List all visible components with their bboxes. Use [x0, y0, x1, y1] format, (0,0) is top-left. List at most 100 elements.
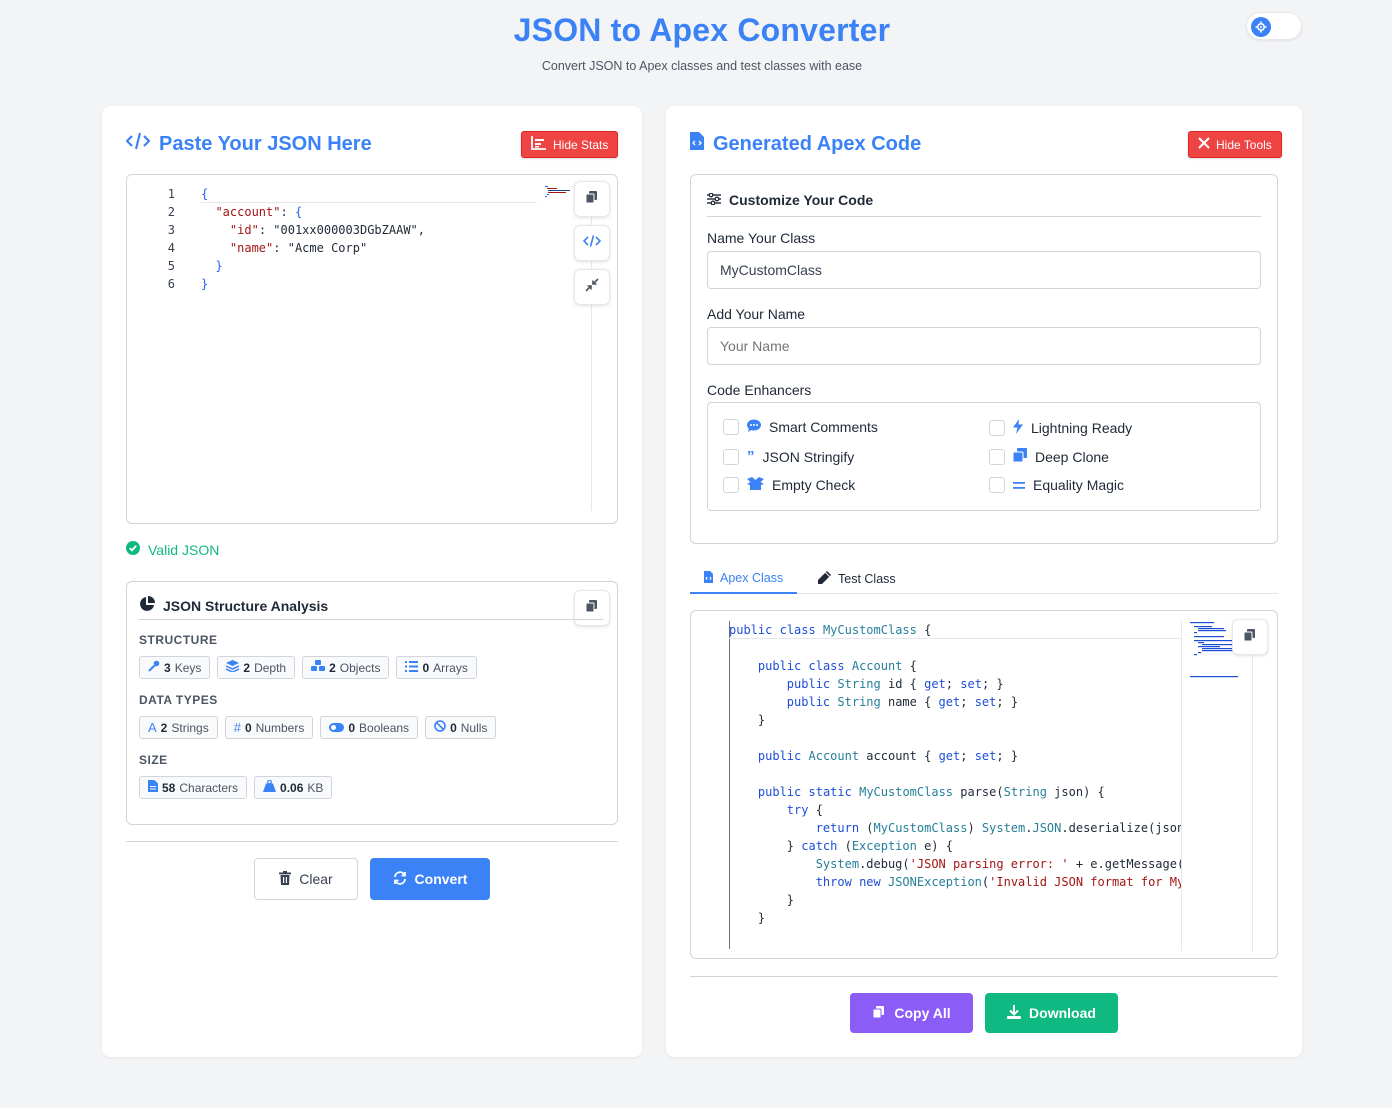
clear-button[interactable]: Clear [254, 858, 358, 900]
copy-icon [585, 599, 599, 618]
depth-chip: 2 Depth [217, 656, 296, 679]
class-name-input[interactable] [707, 251, 1261, 289]
apex-code-line: throw new JSONException('Invalid JSON fo… [815, 875, 1181, 889]
apex-code-line: public class Account { [757, 659, 917, 673]
editor-minimap [545, 185, 575, 197]
strings-label: Strings [171, 720, 209, 735]
characters-label: Characters [179, 780, 239, 795]
lightning-ready-checkbox[interactable] [989, 420, 1005, 436]
copy-json-button[interactable] [574, 181, 610, 217]
size-label: SIZE [139, 753, 168, 767]
apex-scrollbar[interactable] [1252, 621, 1253, 951]
apex-code-line: public Account account { get; set; } [757, 749, 1019, 763]
empty-check-label: Empty Check [772, 477, 856, 493]
hash-icon: # [233, 720, 241, 735]
download-button[interactable]: Download [985, 993, 1118, 1033]
tab-apex-class[interactable]: Apex Class [690, 564, 798, 594]
structure-chips: 3 Keys 2 Depth 2 Objects 0 Arrays [139, 656, 477, 679]
sliders-icon [707, 192, 721, 208]
file-code-icon [704, 570, 713, 586]
download-label: Download [1029, 1005, 1096, 1021]
download-icon [1007, 1004, 1022, 1022]
enhancer-empty-check[interactable]: Empty Check [723, 477, 855, 493]
objects-label: Objects [339, 660, 381, 675]
keys-chip: 3 Keys [139, 656, 211, 679]
arrays-value: 0 [422, 660, 430, 675]
analysis-title: JSON Structure Analysis [139, 596, 328, 615]
line-number: 2 [167, 205, 175, 219]
enhancer-lightning-ready[interactable]: Lightning Ready [989, 419, 1132, 437]
nulls-chip: 0 Nulls [425, 716, 497, 739]
hide-tools-label: Hide Tools [1216, 137, 1272, 152]
ban-icon [434, 720, 446, 735]
apex-code-lines: public class MyCustomClass { ​ public cla… [729, 621, 1181, 927]
enhancer-smart-comments[interactable]: Smart Comments [723, 419, 878, 435]
enhancer-json-stringify[interactable]: ” JSON Stringify [723, 448, 854, 465]
characters-chip: 58 Characters [139, 776, 248, 799]
json-stringify-checkbox[interactable] [723, 448, 739, 465]
right-actions-divider [690, 976, 1278, 977]
apex-output-panel: Generated Apex Code Hide Tools Customize… [666, 106, 1302, 1057]
trash-icon [279, 870, 292, 888]
copy-stats-button[interactable] [574, 590, 610, 626]
file-icon [148, 780, 158, 795]
customize-card: Customize Your Code Name Your Class Add … [690, 174, 1278, 544]
author-name-input[interactable] [707, 327, 1261, 365]
copy-icon [872, 1005, 886, 1022]
keys-value: 3 [164, 660, 171, 675]
file-code-icon [690, 132, 704, 156]
layers-icon [226, 660, 240, 675]
minify-json-button[interactable] [574, 269, 610, 305]
weight-icon [263, 779, 277, 795]
json-editor[interactable]: 1 2 3 4 5 6 { "account": { "id": "001xx0… [126, 174, 618, 524]
enhancer-deep-clone[interactable]: Deep Clone [989, 448, 1109, 465]
validation-status: Valid JSON [126, 541, 219, 558]
apex-minimap [1181, 621, 1254, 951]
depth-value: 2 [243, 660, 251, 675]
apex-code-line: } catch (Exception e) { [729, 839, 953, 853]
code-icon [125, 132, 151, 156]
pie-chart-icon [139, 596, 155, 615]
clear-label: Clear [299, 871, 333, 887]
clone-icon [1012, 448, 1027, 465]
theme-toggle[interactable] [1246, 12, 1302, 40]
apex-code-line: } [729, 713, 766, 727]
apex-code-line: } [729, 911, 766, 925]
enhancer-equality-magic[interactable]: Equality Magic [989, 477, 1124, 493]
hide-tools-button[interactable]: Hide Tools [1188, 131, 1282, 158]
json-code-lines: { "account": { "id": "001xx000003DGbZAAW… [201, 185, 425, 293]
format-json-button[interactable] [574, 225, 610, 261]
copy-all-button[interactable]: Copy All [850, 993, 973, 1033]
analysis-title-text: JSON Structure Analysis [163, 597, 329, 614]
json-input-panel: Paste Your JSON Here Hide Stats 1 2 3 4 … [102, 106, 642, 1057]
apex-code-line: try { [786, 803, 823, 817]
apex-code-line: public class MyCustomClass { [729, 623, 932, 637]
tab-test-class[interactable]: Test Class [818, 564, 896, 594]
data-types-label: DATA TYPES [139, 693, 218, 707]
line-number: 3 [167, 223, 175, 237]
line-number: 6 [167, 277, 175, 291]
class-name-label: Name Your Class [707, 230, 816, 246]
app-title: JSON to Apex Converter [513, 12, 891, 48]
apex-code-line: public String name { get; set; } [786, 695, 1019, 709]
empty-check-checkbox[interactable] [723, 477, 739, 493]
hide-stats-button[interactable]: Hide Stats [521, 131, 619, 158]
quote-icon: ” [747, 448, 755, 465]
booleans-value: 0 [348, 720, 356, 735]
copy-apex-button[interactable] [1232, 619, 1268, 655]
gear-icon [1251, 17, 1271, 37]
cubes-icon [311, 660, 326, 675]
equals-icon [1013, 477, 1025, 493]
convert-button[interactable]: Convert [370, 858, 490, 900]
smart-comments-checkbox[interactable] [723, 419, 739, 435]
booleans-chip: 0 Booleans [320, 716, 419, 739]
apex-code-line: ​ [729, 729, 1181, 747]
json-code-line: { [201, 187, 209, 201]
customize-title-text: Customize Your Code [729, 192, 874, 208]
apex-code-editor[interactable]: public class MyCustomClass { ​ public cla… [690, 610, 1278, 959]
equality-magic-checkbox[interactable] [989, 477, 1005, 493]
json-code-line: } [215, 259, 223, 273]
deep-clone-checkbox[interactable] [989, 448, 1005, 465]
hide-stats-label: Hide Stats [553, 137, 609, 152]
json-code-line: "id": "001xx000003DGbZAAW", [229, 223, 425, 237]
